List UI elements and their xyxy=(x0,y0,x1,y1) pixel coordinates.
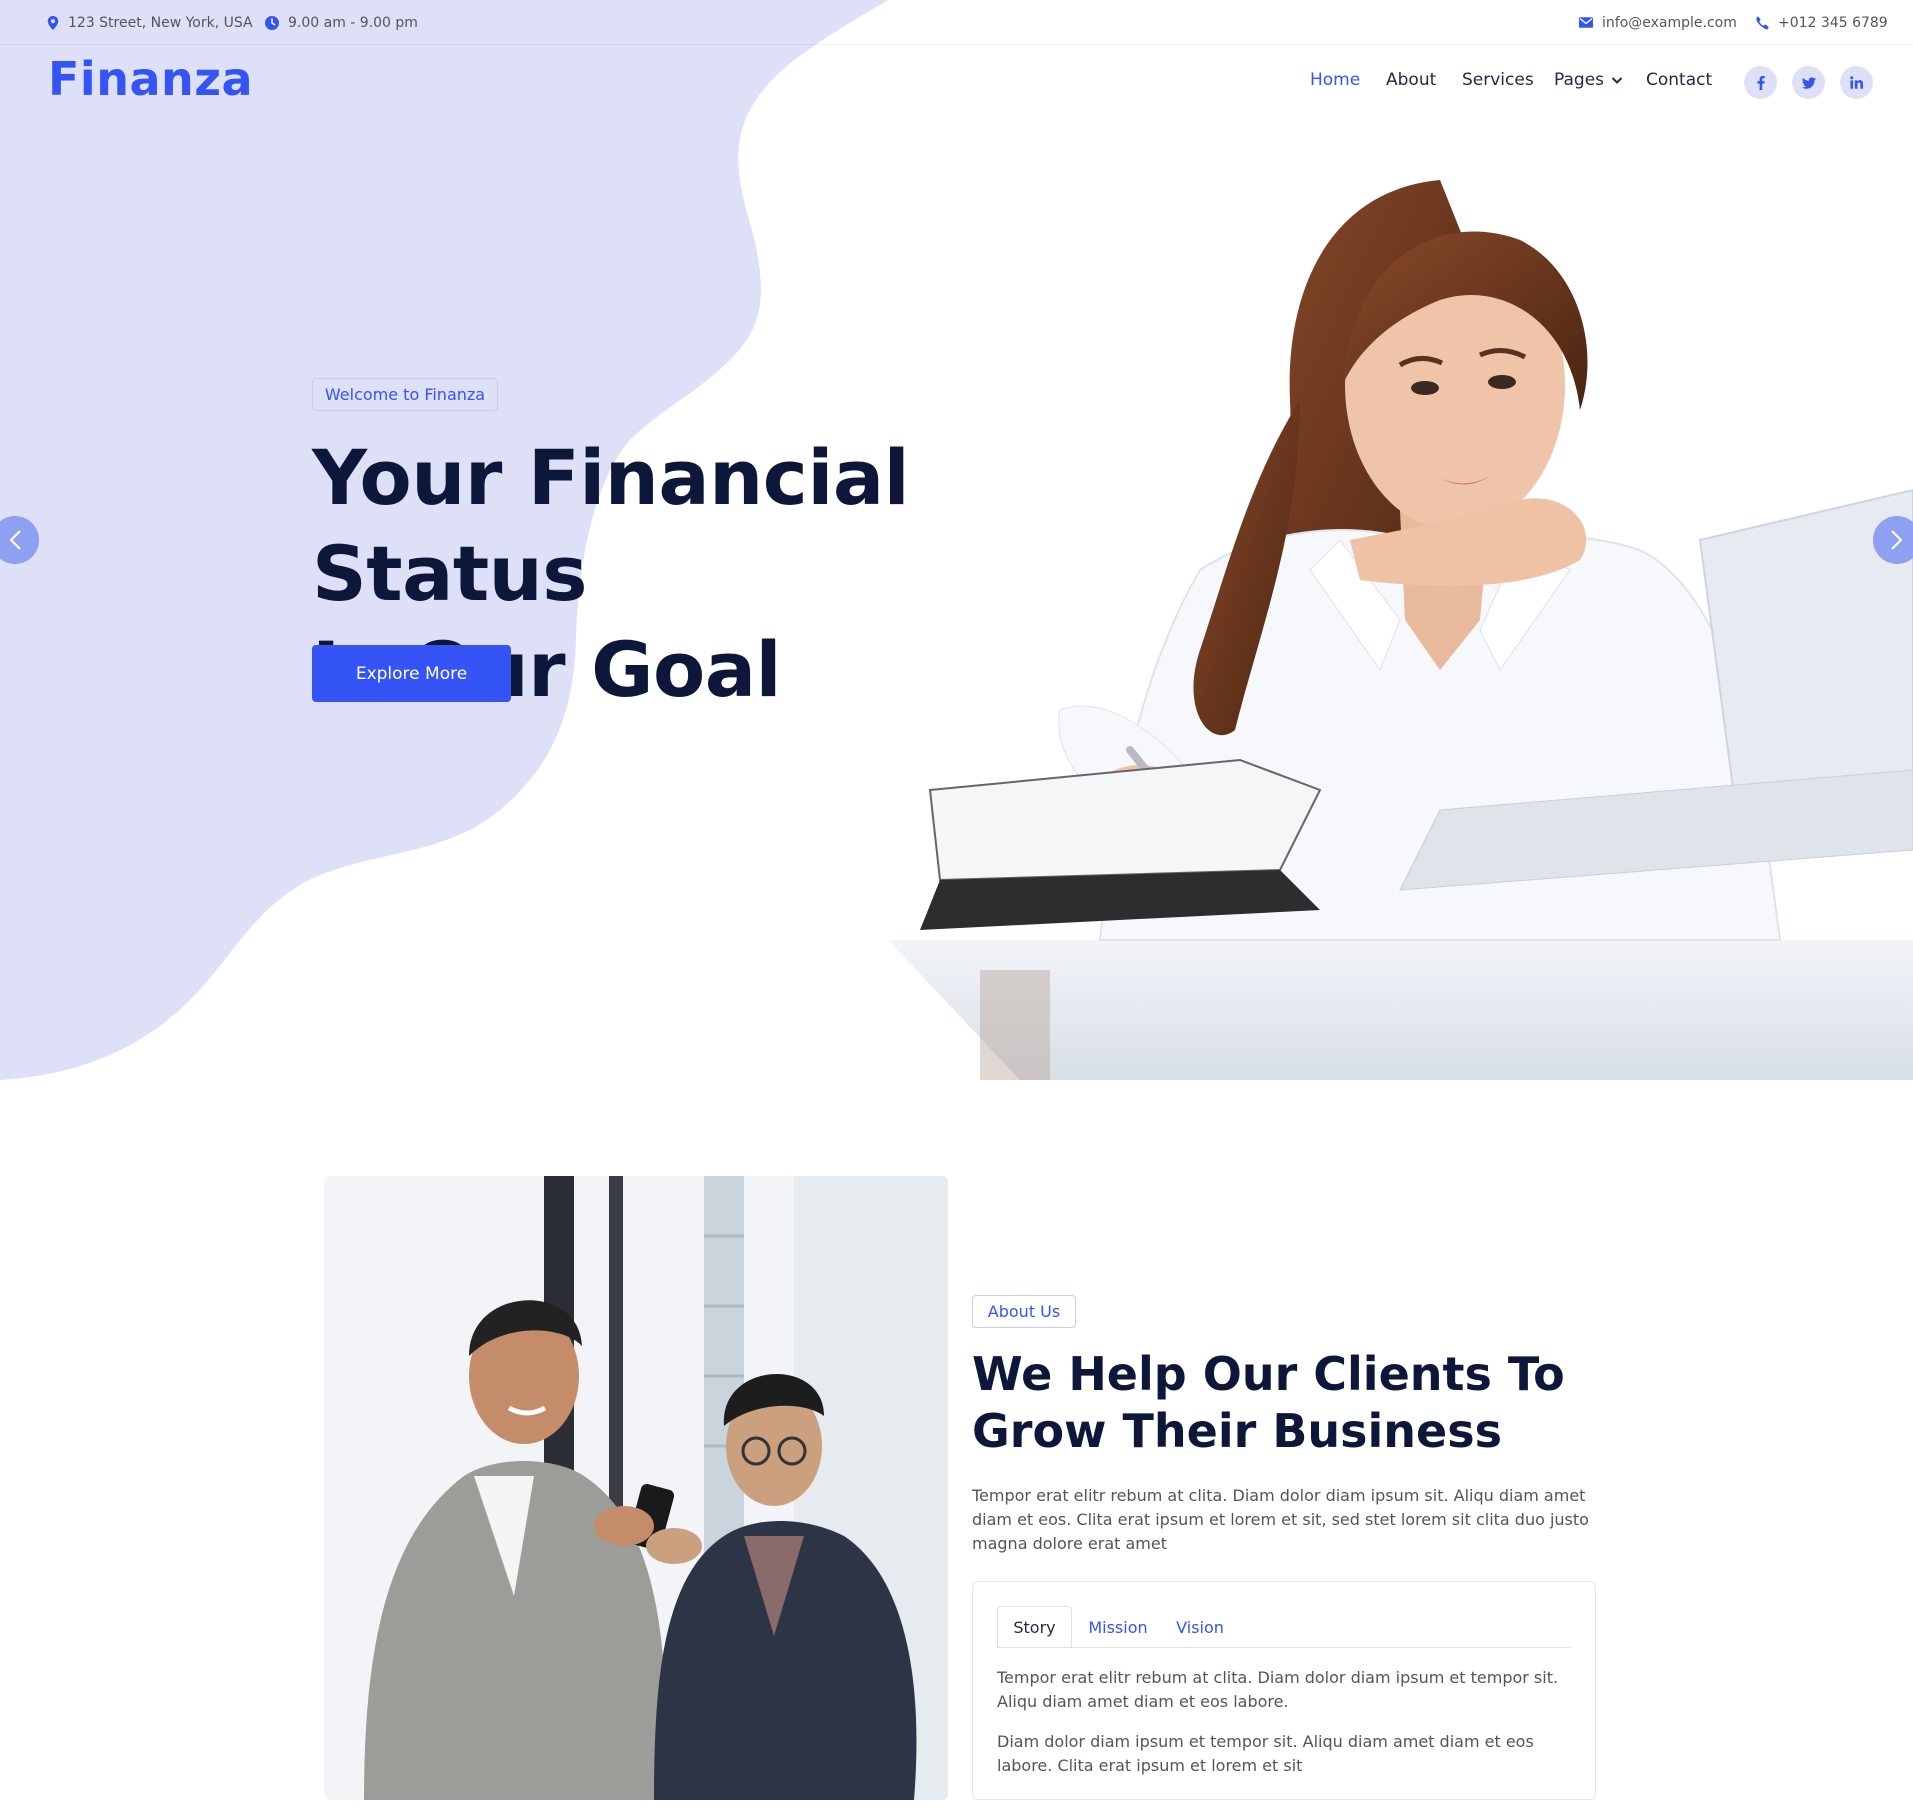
about-title: We Help Our Clients To Grow Their Busine… xyxy=(972,1346,1612,1460)
topbar-hours: 9.00 am - 9.00 pm xyxy=(265,0,418,45)
topbar-address: 123 Street, New York, USA xyxy=(47,0,253,45)
explore-more-button[interactable]: Explore More xyxy=(312,645,511,702)
address-text: 123 Street, New York, USA xyxy=(68,14,253,31)
about-badge: About Us xyxy=(972,1295,1076,1328)
about-description: Tempor erat elitr rebum at clita. Diam d… xyxy=(972,1486,1589,1553)
topbar: 123 Street, New York, USA 9.00 am - 9.00… xyxy=(0,0,1913,45)
nav-home[interactable]: Home xyxy=(1310,70,1360,90)
email-text[interactable]: info@example.com xyxy=(1602,15,1737,31)
phone-icon xyxy=(1756,16,1769,29)
facebook-icon xyxy=(1757,75,1765,90)
topbar-phone[interactable]: +012 345 6789 xyxy=(1755,0,1888,45)
clock-icon xyxy=(265,15,279,30)
about-title-line1: We Help Our Clients To xyxy=(972,1347,1565,1401)
linkedin-button[interactable] xyxy=(1840,66,1873,99)
tab-story[interactable]: Story xyxy=(997,1606,1072,1648)
chevron-down-icon xyxy=(1611,76,1623,84)
hours-text: 9.00 am - 9.00 pm xyxy=(288,14,418,31)
about-image-businessmen xyxy=(324,1176,948,1800)
nav-pages-label[interactable]: Pages xyxy=(1554,70,1604,90)
tab-content-paragraph-2: Diam dolor diam ipsum et tempor sit. Ali… xyxy=(997,1732,1534,1775)
nav-contact[interactable]: Contact xyxy=(1646,70,1712,90)
facebook-button[interactable] xyxy=(1744,66,1777,99)
hero-title-line1: Your Financial Status xyxy=(312,433,910,618)
chevron-right-icon xyxy=(1891,530,1903,550)
phone-text[interactable]: +012 345 6789 xyxy=(1778,15,1888,31)
chevron-left-icon xyxy=(9,530,21,550)
about-tabs-panel: Story Mission Vision Tempor erat elitr r… xyxy=(972,1581,1596,1800)
tab-mission[interactable]: Mission xyxy=(1077,1606,1159,1648)
linkedin-icon xyxy=(1850,76,1863,89)
carousel-next-button[interactable] xyxy=(1873,516,1913,564)
nav-services[interactable]: Services xyxy=(1462,70,1534,90)
tab-content-paragraph-1: Tempor erat elitr rebum at clita. Diam d… xyxy=(997,1668,1559,1711)
tabs-divider xyxy=(997,1647,1571,1648)
nav-about[interactable]: About xyxy=(1386,70,1436,90)
nav-pages-dropdown[interactable]: Pages xyxy=(1554,70,1623,90)
twitter-icon xyxy=(1801,76,1816,89)
hero-badge: Welcome to Finanza xyxy=(312,378,498,411)
envelope-icon xyxy=(1579,17,1593,28)
map-marker-icon xyxy=(47,15,59,30)
topbar-email[interactable]: info@example.com xyxy=(1579,0,1737,45)
brand-logo[interactable]: Finanza xyxy=(48,52,253,106)
about-title-line2: Grow Their Business xyxy=(972,1404,1503,1458)
twitter-button[interactable] xyxy=(1792,66,1825,99)
tab-vision[interactable]: Vision xyxy=(1163,1606,1237,1648)
